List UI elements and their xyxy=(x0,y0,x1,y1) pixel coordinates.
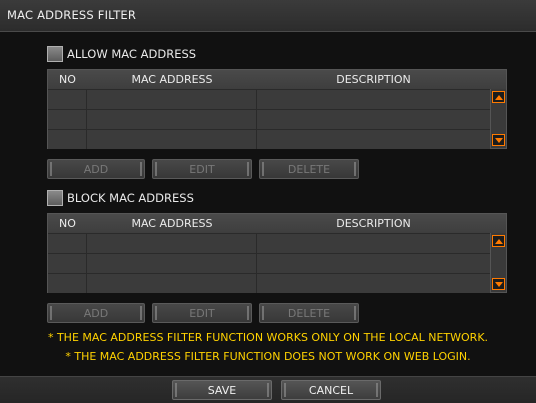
cell-mac xyxy=(87,234,257,253)
arrow-down-icon xyxy=(494,137,503,143)
block-mac-table: NO MAC ADDRESS DESCRIPTION xyxy=(47,213,507,293)
column-header-description: DESCRIPTION xyxy=(336,73,411,86)
cell-description xyxy=(257,90,490,109)
block-mac-checkbox[interactable] xyxy=(47,190,63,206)
scroll-up-button[interactable] xyxy=(492,91,505,103)
cell-description xyxy=(257,130,490,149)
allow-table-scrollbar[interactable] xyxy=(490,89,506,148)
cell-description xyxy=(257,254,490,273)
cell-mac xyxy=(87,90,257,109)
cell-description xyxy=(257,110,490,129)
cell-mac xyxy=(87,130,257,149)
table-row[interactable] xyxy=(48,273,490,293)
scroll-down-button[interactable] xyxy=(492,278,505,290)
column-header-mac: MAC ADDRESS xyxy=(131,217,213,230)
allow-mac-toggle[interactable]: ALLOW MAC ADDRESS xyxy=(47,46,196,62)
allow-mac-checkbox[interactable] xyxy=(47,46,63,62)
cell-description xyxy=(257,234,490,253)
table-row[interactable] xyxy=(48,233,490,253)
allow-mac-label: ALLOW MAC ADDRESS xyxy=(67,47,197,61)
cell-mac xyxy=(87,274,257,293)
save-button[interactable]: SAVE xyxy=(172,380,272,400)
allow-edit-button[interactable]: EDIT xyxy=(152,159,252,179)
table-row[interactable] xyxy=(48,129,490,149)
table-row[interactable] xyxy=(48,253,490,273)
scroll-down-button[interactable] xyxy=(492,134,505,146)
notice-web-login: * THE MAC ADDRESS FILTER FUNCTION DOES N… xyxy=(65,350,471,363)
arrow-up-icon xyxy=(494,238,503,244)
window-title: MAC ADDRESS FILTER xyxy=(7,8,137,22)
scroll-up-button[interactable] xyxy=(492,235,505,247)
column-header-mac: MAC ADDRESS xyxy=(131,73,213,86)
cell-no xyxy=(48,130,87,149)
column-header-description: DESCRIPTION xyxy=(336,217,411,230)
block-edit-button[interactable]: EDIT xyxy=(152,303,252,323)
column-header-no: NO xyxy=(59,217,76,230)
block-table-scrollbar[interactable] xyxy=(490,233,506,292)
cell-no xyxy=(48,110,87,129)
block-delete-button[interactable]: DELETE xyxy=(259,303,359,323)
column-header-no: NO xyxy=(59,73,76,86)
cell-no xyxy=(48,274,87,293)
table-header: NO MAC ADDRESS DESCRIPTION xyxy=(48,70,506,89)
allow-delete-button[interactable]: DELETE xyxy=(259,159,359,179)
arrow-down-icon xyxy=(494,281,503,287)
arrow-up-icon xyxy=(494,94,503,100)
mac-filter-window: MAC ADDRESS FILTER ALLOW MAC ADDRESS NO … xyxy=(0,0,536,403)
cell-no xyxy=(48,90,87,109)
cell-no xyxy=(48,254,87,273)
block-mac-toggle[interactable]: BLOCK MAC ADDRESS xyxy=(47,190,194,206)
cell-mac xyxy=(87,110,257,129)
table-row[interactable] xyxy=(48,109,490,129)
cancel-button[interactable]: CANCEL xyxy=(281,380,381,400)
cell-mac xyxy=(87,254,257,273)
table-row[interactable] xyxy=(48,89,490,109)
block-add-button[interactable]: ADD xyxy=(47,303,145,323)
allow-add-button[interactable]: ADD xyxy=(47,159,145,179)
title-bar: MAC ADDRESS FILTER xyxy=(0,0,536,32)
table-header: NO MAC ADDRESS DESCRIPTION xyxy=(48,214,506,233)
footer-bar: SAVE CANCEL xyxy=(0,376,536,403)
cell-description xyxy=(257,274,490,293)
allow-mac-table: NO MAC ADDRESS DESCRIPTION xyxy=(47,69,507,149)
block-mac-label: BLOCK MAC ADDRESS xyxy=(67,191,194,205)
cell-no xyxy=(48,234,87,253)
notice-local-network: * THE MAC ADDRESS FILTER FUNCTION WORKS … xyxy=(47,331,489,344)
